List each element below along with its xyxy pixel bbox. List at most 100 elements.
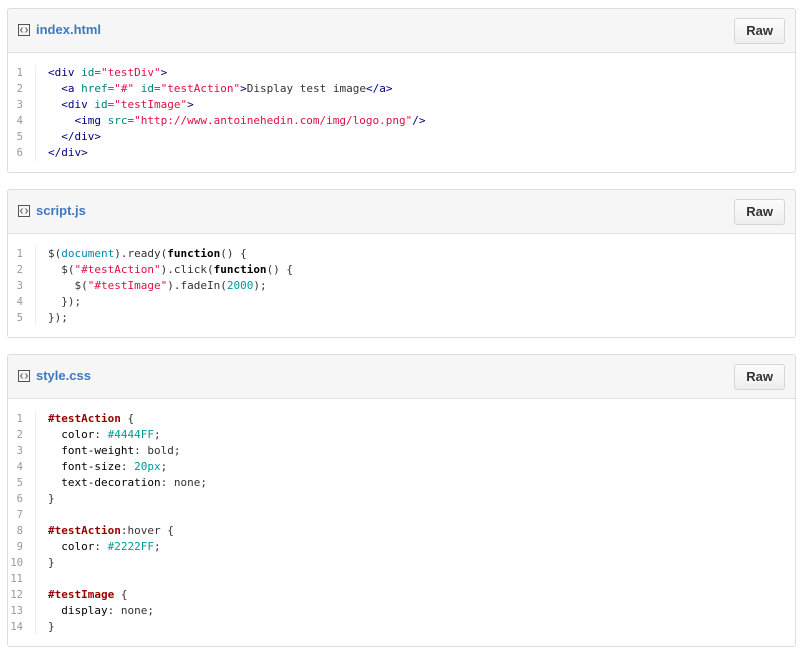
code-token: Display test image [246,82,366,95]
code-token: : none; [160,476,207,489]
line-number[interactable]: 5 [8,129,36,145]
code-token: "testAction" [160,82,241,95]
line-number[interactable]: 2 [8,427,36,443]
code-line: 10} [8,555,795,571]
code-token: function [167,247,221,260]
line-number[interactable]: 9 [8,539,36,555]
line-number[interactable]: 1 [8,246,36,262]
code-token: : [120,460,135,473]
line-code: <img src="http://www.antoinehedin.com/im… [36,113,426,129]
line-number[interactable]: 10 [8,555,36,571]
file-name-link[interactable]: style.css [36,368,91,383]
line-number[interactable]: 4 [8,113,36,129]
line-code: #testAction { [36,411,134,427]
code-token: function [213,263,267,276]
code-token: $( [48,247,62,260]
code-line: 8 #testAction:hover { [8,523,795,539]
raw-button[interactable]: Raw [734,364,785,390]
code-token: } [48,556,55,569]
code-token: </div> [61,130,101,143]
code-line: 1 <div id="testDiv"> [8,65,795,81]
code-token: ).fadeIn( [167,279,227,292]
file-name-link[interactable]: script.js [36,203,86,218]
code-token: id= [81,66,101,79]
code-line: 6} [8,491,795,507]
code-token: color [61,540,95,553]
line-code: #testAction:hover { [36,523,174,539]
line-code: display: none; [36,603,154,619]
code-token: $( [48,279,88,292]
line-number[interactable]: 7 [8,507,36,523]
code-token: ; [153,540,161,553]
code-line: 2 <a href="#" id="testAction">Display te… [8,81,795,97]
code-token: /> [412,114,426,127]
line-number[interactable]: 1 [8,411,36,427]
code-token: ).click( [160,263,214,276]
code-token: <div [48,66,82,79]
code-token: : bold; [134,444,181,457]
line-code: </div> [36,145,88,161]
line-number[interactable]: 6 [8,145,36,161]
code-line: 3 $("#testImage").fadeIn(2000); [8,278,795,294]
code-token: "#testImage" [87,279,168,292]
code-token: : none; [107,604,154,617]
code-line: 13 display: none; [8,603,795,619]
code-token: > [240,82,247,95]
code-token: ; [160,460,168,473]
code-token: : [94,540,108,553]
line-number[interactable]: 3 [8,278,36,294]
code-token: #testAction [48,412,121,425]
raw-button[interactable]: Raw [734,18,785,44]
code-token: id= [94,98,115,111]
code-token: "#" [114,82,135,95]
code-token: > [160,66,168,79]
line-code: font-size: 20px; [36,459,167,475]
line-number[interactable]: 6 [8,491,36,507]
code-token: } [48,492,55,505]
code-line: 1 #testAction { [8,411,795,427]
code-line: 14} [8,619,795,635]
line-number[interactable]: 11 [8,571,36,587]
line-code: <div id="testImage"> [36,97,193,113]
code-token: 2000 [226,279,254,292]
code-token: font-weight [61,444,135,457]
code-line: 9 color: #2222FF; [8,539,795,555]
code-token: text-decoration [61,476,161,489]
code-line: 4 font-size: 20px; [8,459,795,475]
line-number[interactable]: 13 [8,603,36,619]
line-number[interactable]: 1 [8,65,36,81]
line-code: } [36,619,55,635]
code-token: <div [61,98,95,111]
line-code: $("#testAction").click(function() { [36,262,293,278]
raw-button[interactable]: Raw [734,199,785,225]
line-number[interactable]: 4 [8,294,36,310]
line-code: color: #4444FF; [36,427,160,443]
line-number[interactable]: 5 [8,475,36,491]
code-token: $( [48,263,75,276]
line-code: } [36,491,55,507]
code-token: { [120,412,135,425]
line-number[interactable]: 2 [8,262,36,278]
file-name-link[interactable]: index.html [36,22,101,37]
line-code: }); [36,294,81,310]
code-token: #testAction [48,524,121,537]
line-number[interactable]: 4 [8,459,36,475]
line-number[interactable]: 14 [8,619,36,635]
gist-file-index-html: index.html Raw 1 <div id="testDiv"> 2 <a h… [7,8,796,173]
code-token: document [61,247,115,260]
file-header: style.css Raw [8,355,795,399]
line-number[interactable]: 8 [8,523,36,539]
code-token: #4444FF [107,428,154,441]
line-number[interactable]: 5 [8,310,36,326]
line-number[interactable]: 3 [8,97,36,113]
line-number[interactable]: 2 [8,81,36,97]
file-header: script.js Raw [8,190,795,234]
line-number[interactable]: 3 [8,443,36,459]
line-number[interactable]: 12 [8,587,36,603]
